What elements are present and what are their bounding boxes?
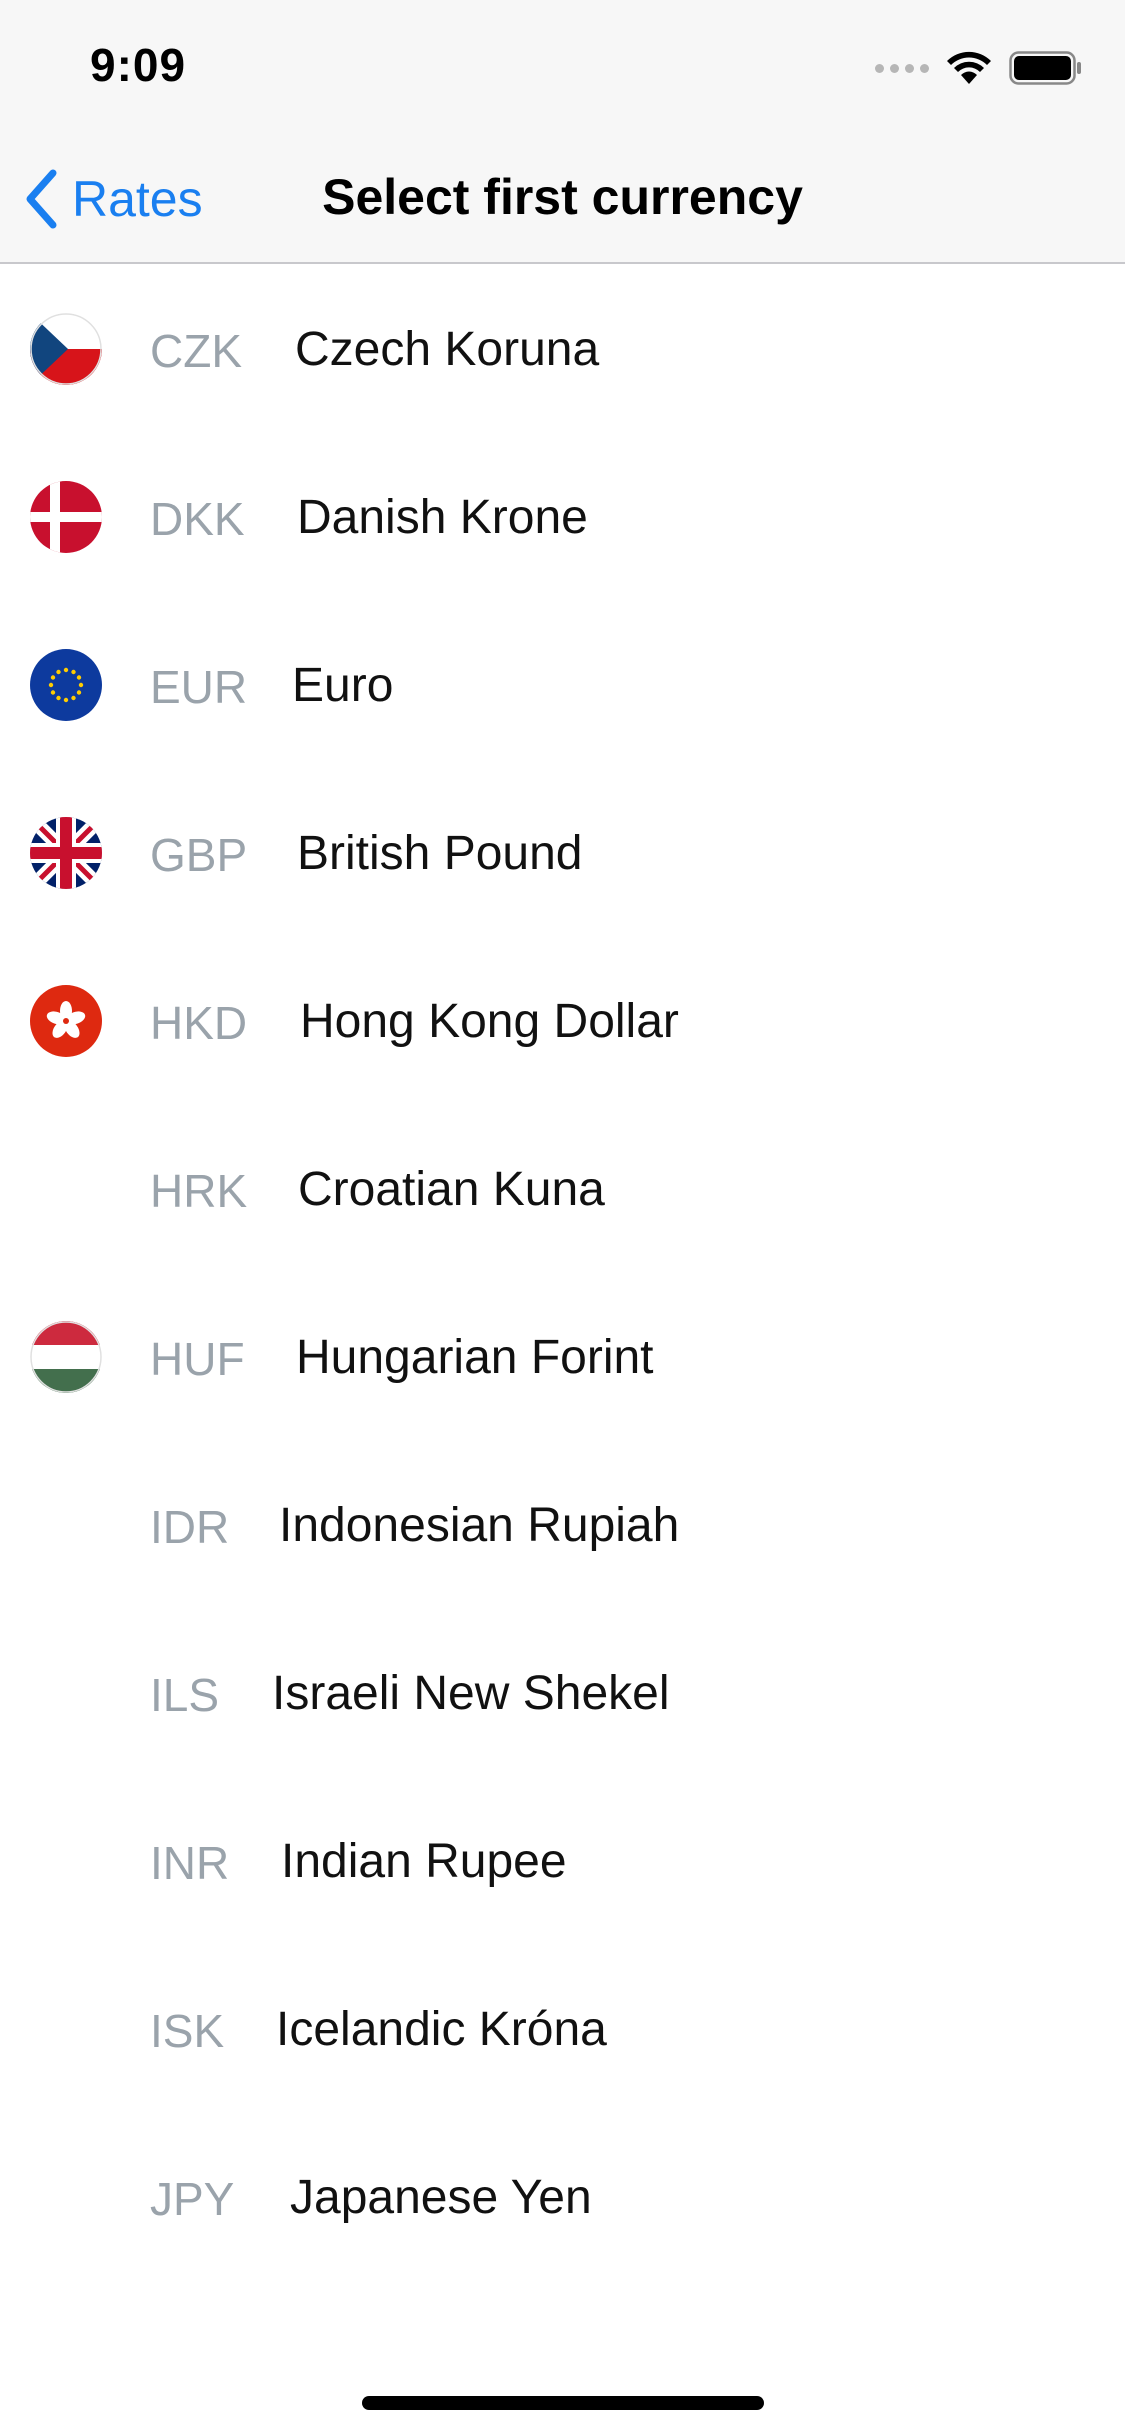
eu-flag-icon <box>30 649 102 721</box>
currency-name: Czech Koruna <box>295 323 600 376</box>
currency-name: Japanese Yen <box>290 2171 592 2224</box>
currency-code: IDR <box>150 1501 230 1553</box>
currency-row-czk[interactable]: CZK Czech Koruna <box>0 264 1125 432</box>
currency-list: CZK Czech Koruna DKK Danish Krone EUR Eu… <box>0 264 1125 2280</box>
currency-name: Israeli New Shekel <box>272 1667 670 1720</box>
currency-name: British Pound <box>297 827 583 880</box>
currency-name: Indian Rupee <box>281 1835 567 1888</box>
status-time: 9:09 <box>90 39 187 91</box>
currency-row-dkk[interactable]: DKK Danish Krone <box>0 432 1125 600</box>
currency-row-eur[interactable]: EUR Euro <box>0 600 1125 768</box>
currency-row-hrk[interactable]: HRK Croatian Kuna <box>0 1104 1125 1272</box>
currency-code: ILS <box>150 1669 220 1721</box>
currency-row-gbp[interactable]: GBP British Pound <box>0 768 1125 936</box>
currency-code: JPY <box>150 2173 235 2225</box>
navigation-header: 9:09 Rates Select first currency <box>0 0 1125 264</box>
currency-name: Icelandic Króna <box>276 2003 607 2056</box>
currency-name: Danish Krone <box>297 491 588 544</box>
currency-name: Hong Kong Dollar <box>300 995 679 1048</box>
uk-flag-icon <box>30 817 102 889</box>
currency-code: ISK <box>150 2005 225 2057</box>
currency-code: EUR <box>150 661 248 713</box>
currency-code: GBP <box>150 829 248 881</box>
czech-flag-icon <box>30 313 102 385</box>
hungarian-flag-icon <box>30 1321 102 1393</box>
currency-row-isk[interactable]: ISK Icelandic Króna <box>0 1944 1125 2112</box>
currency-name: Croatian Kuna <box>298 1163 605 1216</box>
currency-code: HRK <box>150 1165 248 1217</box>
home-indicator[interactable] <box>362 2396 764 2410</box>
cellular-signal-icon <box>875 63 929 73</box>
danish-flag-icon <box>30 481 102 553</box>
currency-row-inr[interactable]: INR Indian Rupee <box>0 1776 1125 1944</box>
currency-row-jpy[interactable]: JPY Japanese Yen <box>0 2112 1125 2280</box>
currency-name: Indonesian Rupiah <box>279 1499 680 1552</box>
currency-code: DKK <box>150 493 245 545</box>
currency-picker-screen: 9:09 Rates Select first currency CZK Cze… <box>0 0 1125 2436</box>
hong-kong-flag-icon <box>30 985 102 1057</box>
status-indicators <box>875 48 1083 88</box>
battery-icon <box>1009 51 1081 85</box>
currency-name: Euro <box>292 659 394 712</box>
currency-row-hkd[interactable]: HKD Hong Kong Dollar <box>0 936 1125 1104</box>
currency-row-huf[interactable]: HUF Hungarian Forint <box>0 1272 1125 1440</box>
currency-code: HUF <box>150 1333 245 1385</box>
currency-name: Hungarian Forint <box>296 1331 654 1384</box>
wifi-icon <box>947 51 991 84</box>
currency-code: CZK <box>150 325 242 377</box>
currency-code: INR <box>150 1837 230 1889</box>
currency-row-idr[interactable]: IDR Indonesian Rupiah <box>0 1440 1125 1608</box>
page-title: Select first currency <box>322 169 803 225</box>
currency-code: HKD <box>150 997 248 1049</box>
currency-row-ils[interactable]: ILS Israeli New Shekel <box>0 1608 1125 1776</box>
